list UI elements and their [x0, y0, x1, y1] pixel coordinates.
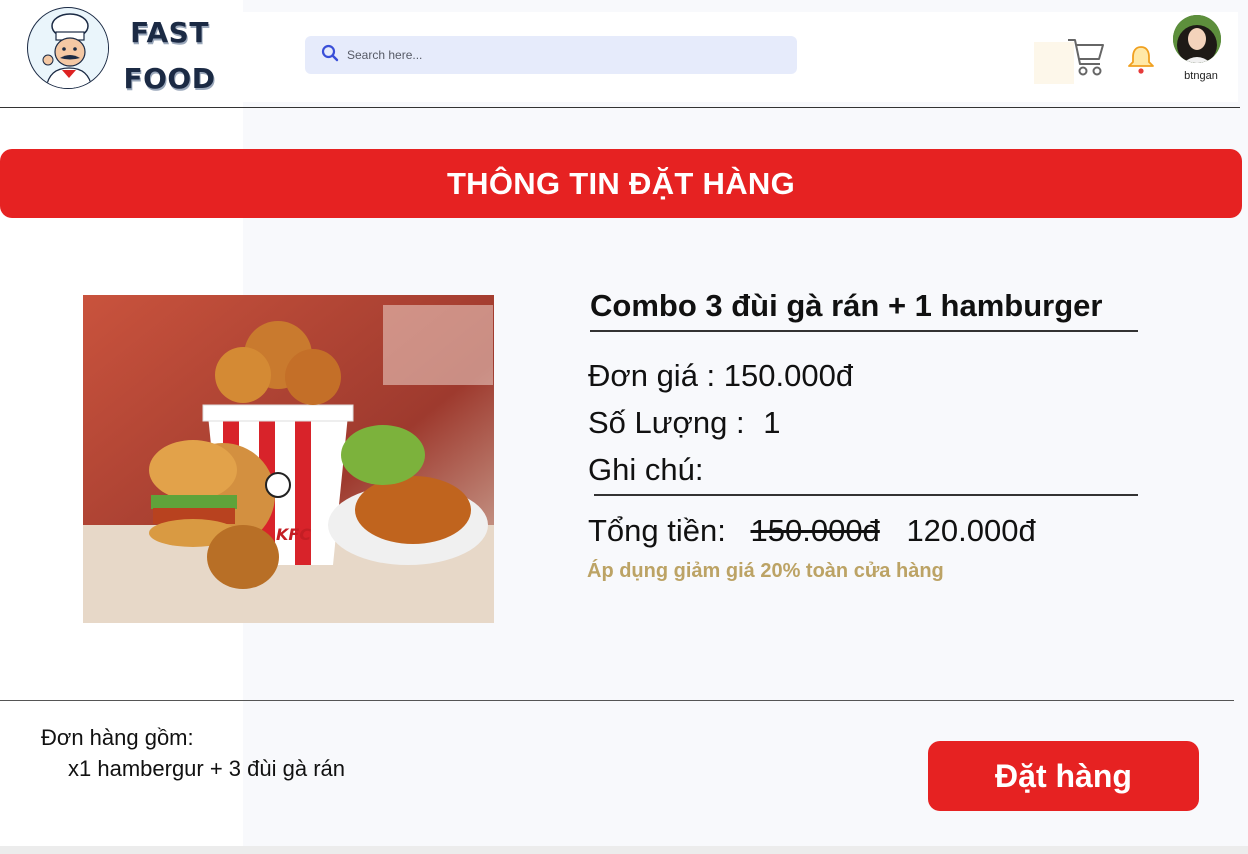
- brand-line-1: FAST: [130, 16, 209, 49]
- total-row: Tổng tiền: 150.000đ 120.000đ: [588, 513, 1036, 549]
- brand-name[interactable]: FAST FOOD: [122, 10, 217, 102]
- unit-price-row: Đơn giá : 150.000đ: [588, 358, 853, 394]
- product-title: Combo 3 đùi gà rán + 1 hamburger: [590, 288, 1103, 323]
- total-label: Tổng tiền:: [588, 513, 726, 548]
- note-row[interactable]: Ghi chú:: [588, 452, 703, 488]
- username[interactable]: btngan: [1176, 70, 1226, 82]
- chef-logo-icon[interactable]: [27, 7, 109, 89]
- page-banner: THÔNG TIN ĐẶT HÀNG: [0, 149, 1242, 218]
- product-image: KFC: [83, 295, 494, 623]
- old-total: 150.000đ: [750, 513, 880, 548]
- note-field-line[interactable]: [594, 494, 1138, 496]
- svg-text:KFC: KFC: [276, 525, 311, 544]
- quantity-row: Số Lượng : 1: [588, 405, 780, 441]
- order-summary-item: x1 hambergur + 3 đùi gà rán: [68, 756, 346, 781]
- brand-line-2: FOOD: [123, 62, 216, 95]
- place-order-button[interactable]: Đặt hàng: [928, 741, 1199, 811]
- search-input[interactable]: [347, 48, 777, 62]
- unit-price-value: 150.000đ: [723, 358, 854, 393]
- search-bar[interactable]: [305, 36, 797, 74]
- unit-price-label: Đơn giá :: [588, 358, 716, 393]
- header-divider: [0, 107, 1240, 108]
- quantity-value[interactable]: 1: [763, 405, 780, 440]
- quantity-label: Số Lượng :: [588, 405, 745, 440]
- page-title: THÔNG TIN ĐẶT HÀNG: [446, 165, 796, 201]
- new-total: 120.000đ: [906, 513, 1036, 548]
- footer-divider: [0, 700, 1234, 701]
- header: FAST FOOD btnga: [0, 0, 1248, 108]
- order-summary-label: Đơn hàng gồm:: [41, 725, 194, 750]
- bell-icon[interactable]: [1126, 44, 1156, 79]
- avatar[interactable]: [1173, 15, 1221, 63]
- discount-note: Áp dụng giảm giá 20% toàn cửa hàng: [587, 560, 944, 582]
- cart-icon[interactable]: [1066, 36, 1106, 83]
- bottom-edge: [0, 846, 1248, 854]
- note-label: Ghi chú:: [588, 452, 704, 487]
- title-underline: [590, 330, 1138, 332]
- search-icon[interactable]: [321, 44, 339, 67]
